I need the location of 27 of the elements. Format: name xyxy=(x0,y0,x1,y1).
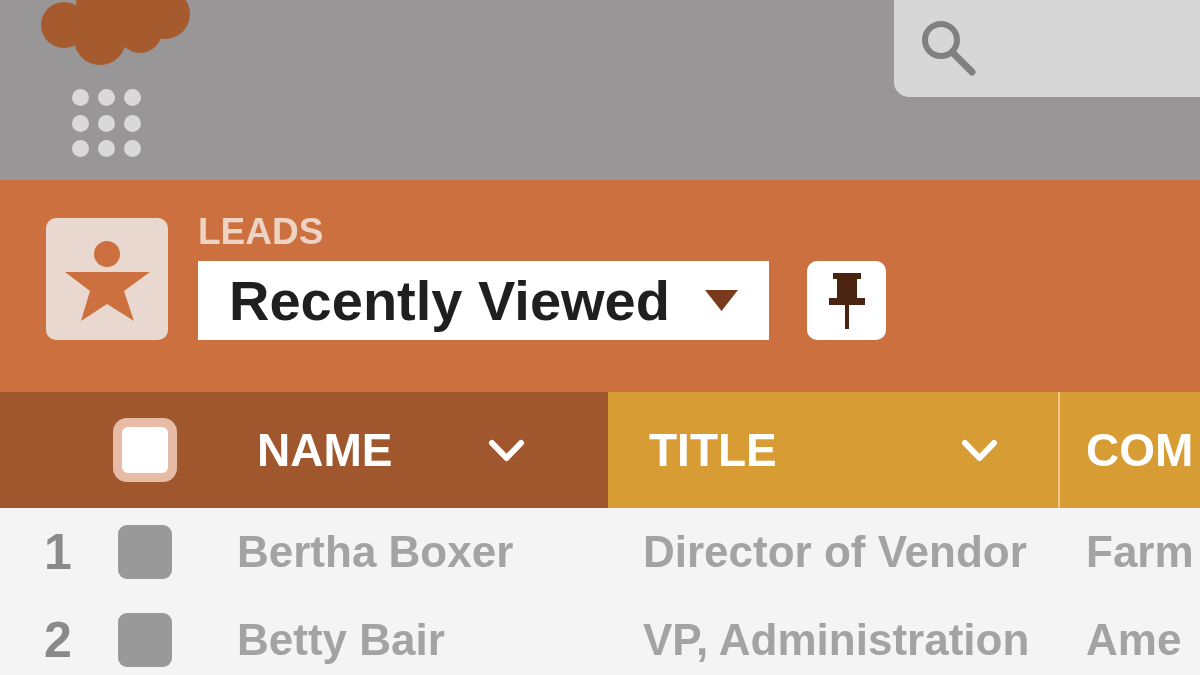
table-cell: Director of Vendor xyxy=(643,530,1027,574)
object-label: LEADS xyxy=(198,213,324,250)
search-field[interactable] xyxy=(894,0,1200,97)
row-checkbox[interactable] xyxy=(118,525,172,579)
column-label: TITLE xyxy=(649,427,777,473)
person-icon xyxy=(46,218,168,340)
row-number: 2 xyxy=(44,615,73,665)
column-header[interactable]: NAME xyxy=(0,392,608,508)
table-cell: Farm xyxy=(1086,530,1194,574)
pin-icon xyxy=(828,272,865,329)
column-label: NAME xyxy=(257,427,393,473)
chevron-icon[interactable] xyxy=(488,438,525,462)
list-view-dropdown[interactable]: Recently Viewed xyxy=(198,261,769,340)
table-cell: Betty Bair xyxy=(237,618,445,662)
dot-grid-icon[interactable] xyxy=(72,89,141,157)
table-cell: Ame xyxy=(1086,618,1182,662)
row-number: 1 xyxy=(44,527,73,577)
pin-button[interactable] xyxy=(807,261,886,340)
table-cell: VP, Administration xyxy=(643,618,1030,662)
table-cell: Bertha Boxer xyxy=(237,530,514,574)
caret-icon xyxy=(705,290,738,311)
cloud-icon xyxy=(40,0,190,65)
column-label: COM xyxy=(1086,427,1194,473)
search-icon xyxy=(921,20,977,77)
row-checkbox[interactable] xyxy=(118,613,172,667)
chevron-icon[interactable] xyxy=(961,438,998,462)
select-all-checkbox[interactable] xyxy=(113,418,177,482)
